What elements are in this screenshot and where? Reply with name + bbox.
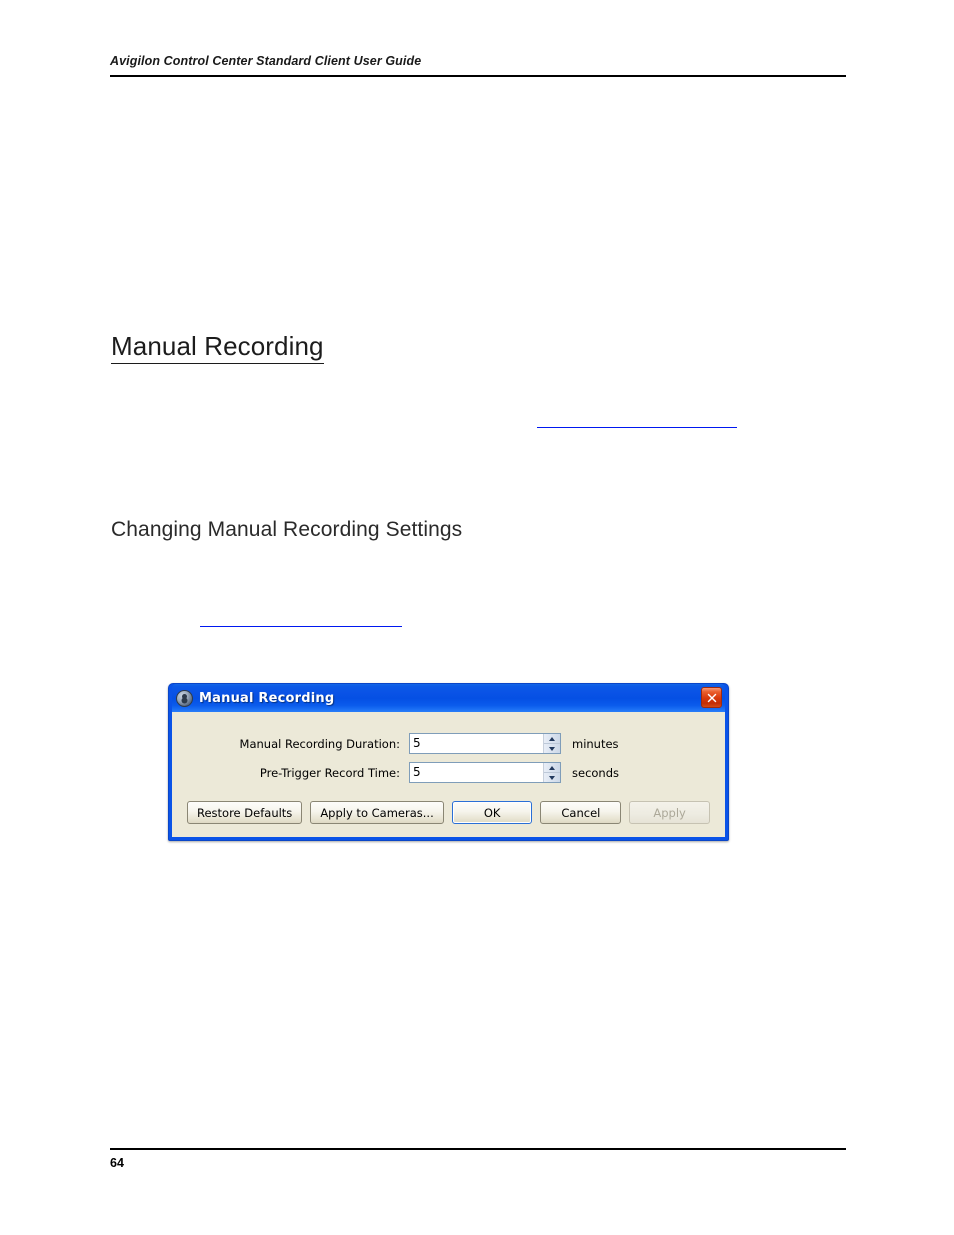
restore-defaults-button[interactable]: Restore Defaults bbox=[187, 801, 303, 824]
dialog-body: Manual Recording Duration: minutes bbox=[172, 712, 725, 837]
running-header: Avigilon Control Center Standard Client … bbox=[110, 54, 846, 77]
manual-recording-duration-label: Manual Recording Duration: bbox=[239, 736, 400, 751]
page-number: 64 bbox=[110, 1156, 124, 1170]
page-title: Manual Recording bbox=[111, 332, 324, 365]
triangle-up-icon[interactable] bbox=[544, 734, 560, 744]
manual-recording-duration-unit: minutes bbox=[572, 736, 619, 751]
stepper-buttons[interactable] bbox=[543, 763, 560, 782]
triangle-down-icon[interactable] bbox=[544, 744, 560, 753]
dialog-titlebar[interactable]: Manual Recording bbox=[172, 684, 725, 712]
footer-rule bbox=[110, 1148, 846, 1150]
dialog-button-row: Restore Defaults Apply to Cameras... OK … bbox=[187, 801, 710, 824]
running-header-text: Avigilon Control Center Standard Client … bbox=[110, 54, 422, 68]
ok-button[interactable]: OK bbox=[451, 801, 533, 824]
close-icon[interactable] bbox=[701, 687, 722, 708]
header-rule bbox=[110, 75, 846, 77]
settings-form: Manual Recording Duration: minutes bbox=[187, 733, 710, 783]
pre-trigger-record-time-unit: seconds bbox=[572, 765, 620, 780]
pre-trigger-record-time-label: Pre-Trigger Record Time: bbox=[259, 765, 400, 780]
pre-trigger-record-time-input[interactable] bbox=[410, 763, 543, 782]
manual-recording-duration-input[interactable] bbox=[410, 734, 543, 753]
apply-to-cameras-button[interactable]: Apply to Cameras... bbox=[310, 801, 444, 824]
cross-reference-link-2[interactable] bbox=[200, 611, 402, 627]
cancel-button[interactable]: Cancel bbox=[540, 801, 622, 824]
dialog-title: Manual Recording bbox=[199, 690, 335, 706]
clock-icon bbox=[176, 689, 193, 707]
page-footer: 64 bbox=[110, 1148, 846, 1170]
manual-recording-dialog: Manual Recording Manual Recording Durati… bbox=[168, 683, 729, 841]
cross-reference-link-1[interactable] bbox=[537, 412, 737, 428]
form-row: Pre-Trigger Record Time: seconds bbox=[187, 762, 710, 783]
stepper-buttons[interactable] bbox=[543, 734, 560, 753]
triangle-up-icon[interactable] bbox=[544, 763, 560, 773]
manual-recording-duration-stepper[interactable] bbox=[409, 733, 561, 754]
pre-trigger-record-time-stepper[interactable] bbox=[409, 762, 561, 783]
section-heading: Changing Manual Recording Settings bbox=[111, 518, 463, 541]
triangle-down-icon[interactable] bbox=[544, 773, 560, 782]
document-page: Avigilon Control Center Standard Client … bbox=[0, 0, 954, 1235]
apply-button: Apply bbox=[629, 801, 710, 824]
form-row: Manual Recording Duration: minutes bbox=[187, 733, 710, 754]
